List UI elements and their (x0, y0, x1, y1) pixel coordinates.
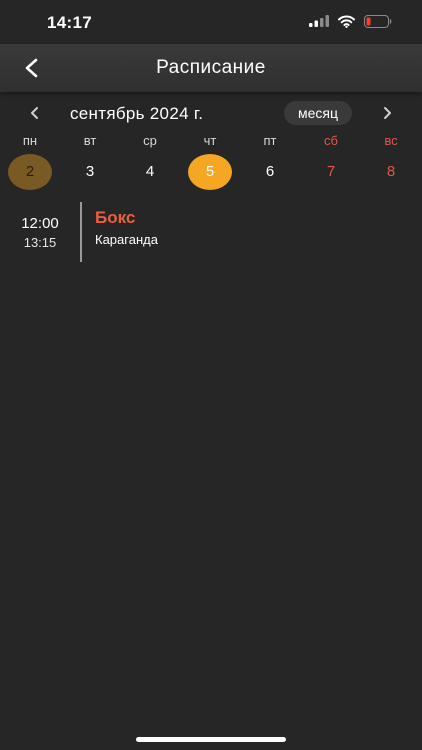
prev-month-icon[interactable] (26, 104, 44, 122)
week-days-row: 2 3 4 5 6 7 8 (0, 154, 422, 190)
event-location: Караганда (95, 232, 158, 247)
wifi-icon (338, 15, 355, 28)
status-bar: 14:17 (0, 0, 422, 44)
schedule-event[interactable]: 12:00 13:15 Бокс Караганда (0, 202, 422, 264)
weekday-label: пт (263, 133, 277, 148)
month-label: сентябрь 2024 г. (70, 104, 204, 123)
weekday-label-weekend: вс (384, 133, 398, 148)
month-navigation: сентябрь 2024 г. месяц (0, 96, 422, 130)
nav-bar: Расписание (0, 44, 422, 92)
day-cell[interactable]: 4 (128, 154, 172, 190)
event-end-time: 13:15 (23, 235, 57, 250)
home-indicator[interactable] (136, 737, 286, 742)
battery-icon (364, 15, 392, 28)
day-cell-selected[interactable]: 5 (188, 154, 232, 190)
day-cell-weekend[interactable]: 7 (309, 154, 353, 190)
event-title: Бокс (95, 208, 136, 227)
day-cell[interactable]: 6 (248, 154, 292, 190)
day-cell-current[interactable]: 2 (8, 154, 52, 190)
view-mode-toggle[interactable]: месяц (284, 101, 352, 125)
day-cell[interactable]: 3 (68, 154, 112, 190)
weekday-label: ср (143, 133, 157, 148)
weekday-label: чт (203, 133, 217, 148)
weekday-label-weekend: сб (324, 133, 338, 148)
weekday-header: пн вт ср чт пт сб вс (0, 133, 422, 151)
event-divider (80, 202, 82, 262)
next-month-icon[interactable] (378, 104, 396, 122)
page-title: Расписание (156, 57, 266, 78)
weekday-label: пн (22, 133, 38, 148)
day-cell-weekend[interactable]: 8 (369, 154, 413, 190)
weekday-label: вт (83, 133, 97, 148)
signal-icon (309, 15, 329, 27)
event-start-time: 12:00 (21, 215, 59, 232)
status-time: 14:17 (47, 13, 92, 32)
